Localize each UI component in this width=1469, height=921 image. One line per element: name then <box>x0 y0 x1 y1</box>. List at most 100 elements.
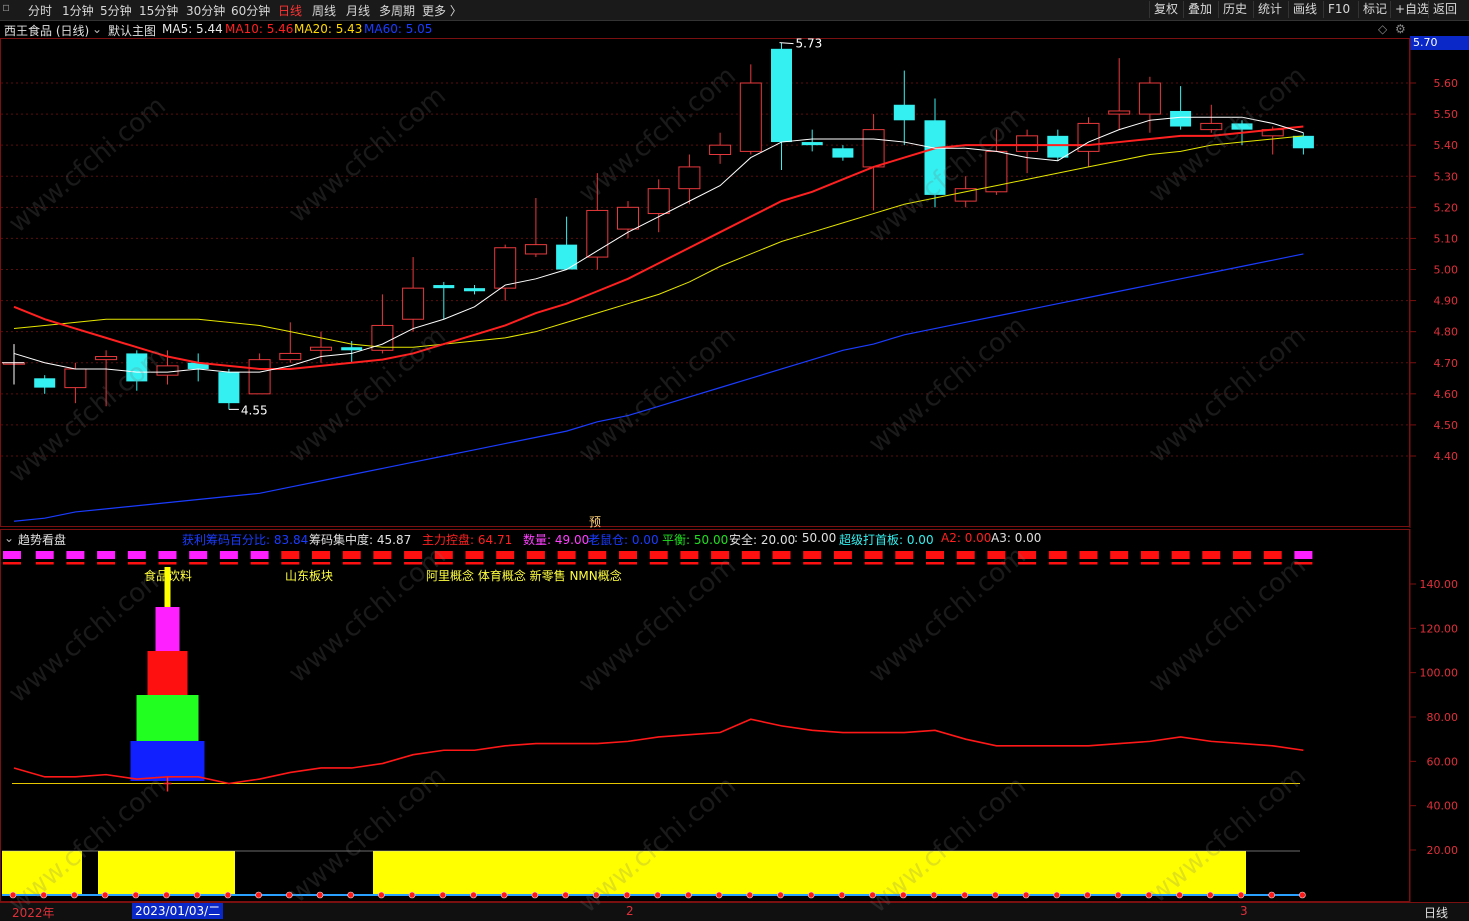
tool-button-1[interactable]: 叠加 <box>1183 1 1216 18</box>
price-tick-label: 4.90 <box>1434 295 1459 308</box>
candle-body <box>34 378 56 388</box>
indicator-panel-border <box>0 529 1410 902</box>
marker-dash <box>895 562 914 565</box>
candle-body <box>832 148 854 158</box>
signal-dot <box>1299 891 1306 899</box>
marker-block <box>680 551 699 559</box>
period-tab-7[interactable]: 周线 <box>312 2 336 19</box>
indicator-name[interactable]: 默认主图 <box>108 22 156 39</box>
signal-dot <box>1114 891 1122 899</box>
candle-body <box>341 347 363 351</box>
candle-body <box>1016 135 1039 152</box>
signal-dot <box>715 891 723 899</box>
marker-block <box>342 551 361 559</box>
marker-block <box>1233 551 1251 559</box>
candle-body <box>1108 110 1131 115</box>
price-chart[interactable]: 5.60 5.50 5.40 5.30 5.20 5.10 5.00 4.90 4.80 4.70… <box>0 38 1469 528</box>
tower-green <box>136 695 199 741</box>
tool-button-2[interactable]: 历史 <box>1218 1 1251 18</box>
signal-dot <box>777 891 784 899</box>
candle-body <box>1292 135 1314 149</box>
candle-body <box>678 166 701 190</box>
marker-block <box>926 551 944 559</box>
marker-block <box>127 551 146 559</box>
candle-body <box>64 368 87 389</box>
marker-block <box>833 551 852 559</box>
marker-dash <box>619 562 637 565</box>
period-tab-9[interactable]: 多周期 <box>379 2 415 19</box>
indicator-line <box>13 718 1304 785</box>
tool-button-0[interactable]: 复权 <box>1149 1 1182 18</box>
signal-dot <box>347 891 355 899</box>
period-tab-0[interactable]: 分时 <box>28 2 52 19</box>
low-label: 4.55 <box>241 403 268 417</box>
marker-dash <box>680 562 699 565</box>
period-tab-2[interactable]: 5分钟 <box>100 2 132 19</box>
ma20-label: MA20: 5.43 <box>294 22 363 36</box>
marker-dash <box>373 562 392 565</box>
signal-dot <box>838 891 846 899</box>
marker-block <box>557 551 576 559</box>
marker-dash <box>1294 562 1313 565</box>
signal-dot <box>1053 891 1061 899</box>
menu-icon[interactable]: ▫ <box>2 0 10 14</box>
diamond-icon[interactable]: ◇ <box>1378 22 1387 36</box>
candle-body <box>95 356 118 361</box>
tower-top <box>164 567 171 607</box>
candle-body <box>433 285 455 289</box>
tool-button-8[interactable]: 返回 <box>1428 1 1461 18</box>
marker-block <box>465 551 484 559</box>
marker-dash <box>557 562 576 565</box>
tool-button-4[interactable]: 画线 <box>1288 1 1321 18</box>
signal-dot <box>623 891 631 899</box>
signal-dot <box>408 891 416 899</box>
indicator-tick-label: 40.00 <box>1427 800 1459 813</box>
period-tab-5[interactable]: 60分钟 <box>231 2 270 19</box>
marker-block <box>772 551 791 559</box>
price-tick-label: 4.50 <box>1434 419 1459 432</box>
indicator-tick-label: 140.00 <box>1420 578 1459 591</box>
indicator-chart[interactable]: 140.00120.00100.0080.0060.0040.0020.00食品… <box>0 529 1469 902</box>
price-tick-label: 5.10 <box>1434 232 1459 245</box>
signal-dot <box>531 891 539 899</box>
indicator-tick-label: 20.00 <box>1427 844 1459 857</box>
tool-button-3[interactable]: 统计 <box>1253 1 1286 18</box>
marker-dash <box>250 562 269 565</box>
marker-block <box>741 551 760 559</box>
candle-body <box>126 353 148 382</box>
time-axis: 2022年 2023/01/03/二 2 3 日线 <box>0 902 1469 921</box>
tower-magenta <box>155 607 180 651</box>
signal-dot <box>685 891 692 899</box>
period-tab-6[interactable]: 日线 <box>278 2 302 19</box>
signal-dot <box>1084 891 1091 899</box>
price-tick-label: 5.50 <box>1434 108 1459 121</box>
signal-dot <box>899 891 907 899</box>
price-tick-label: 5.60 <box>1434 77 1459 90</box>
gear-icon[interactable]: ⚙ <box>1395 22 1406 36</box>
marker-dash <box>35 562 54 565</box>
dropdown-icon[interactable]: ⌄ <box>92 22 102 36</box>
candle-body <box>556 244 578 270</box>
tool-button-7[interactable]: +自选 <box>1390 1 1433 18</box>
marker-dash <box>1048 562 1067 565</box>
period-label: 日线 <box>1424 906 1449 920</box>
tool-button-5[interactable]: F10 <box>1323 1 1354 18</box>
tool-button-6[interactable]: 标记 <box>1358 1 1391 18</box>
marker-dash <box>926 562 944 565</box>
period-tab-3[interactable]: 15分钟 <box>139 2 178 19</box>
marker-dash <box>97 562 116 565</box>
period-tab-8[interactable]: 月线 <box>346 2 370 19</box>
marker-block <box>158 551 177 559</box>
candle-body <box>771 48 792 143</box>
period-tab-1[interactable]: 1分钟 <box>62 2 94 19</box>
marker-block <box>1110 551 1129 559</box>
signal-dot <box>224 891 232 899</box>
signal-dot <box>746 891 754 899</box>
signal-dot <box>285 891 293 899</box>
signal-dot <box>255 891 262 899</box>
marker-dash <box>281 562 300 565</box>
period-tab-4[interactable]: 30分钟 <box>186 2 225 19</box>
marker-block <box>956 551 975 559</box>
period-tab-10[interactable]: 更多 〉 <box>422 2 462 19</box>
signal-dot <box>869 891 876 899</box>
